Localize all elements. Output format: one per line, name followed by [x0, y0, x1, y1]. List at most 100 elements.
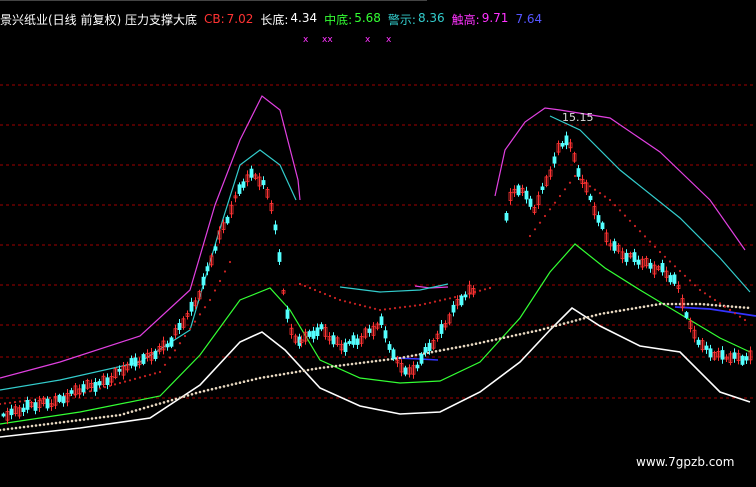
trend-dot: [578, 318, 582, 321]
support-dot-1: [413, 304, 417, 307]
candle-body: [427, 342, 432, 351]
stock-title: 景兴纸业(日线 前复权) 压力支撑大底: [0, 12, 197, 27]
candle-body: [285, 309, 290, 319]
support-dot-1: [343, 300, 347, 303]
support-dot-2: [723, 305, 727, 308]
support-dot-1: [373, 307, 377, 310]
candle-body: [387, 344, 392, 350]
trend-dot: [710, 303, 714, 307]
legend-mid-bottom: 中底: 5.68: [324, 11, 381, 28]
candle-body: [439, 324, 444, 334]
support-dot-2: [618, 209, 622, 212]
support-dot-1: [428, 301, 432, 304]
support-dot-0: [18, 400, 22, 403]
candle-body: [588, 195, 593, 201]
trend-dot: [174, 397, 178, 401]
trend-dot: [562, 322, 566, 325]
support-dot-0: [133, 377, 137, 380]
legend-blue: 7.64: [515, 12, 542, 26]
trend-dot: [650, 304, 654, 307]
trend-dot: [210, 387, 214, 391]
candle-body: [117, 368, 122, 372]
candle-body: [636, 259, 641, 265]
trend-dot: [10, 427, 14, 430]
support-dot-0: [208, 298, 212, 302]
trend-dot: [170, 398, 174, 402]
trend-dot: [366, 360, 370, 364]
trend-dot: [6, 427, 10, 431]
candle-body: [105, 377, 110, 385]
trend-dot: [410, 354, 414, 358]
candle-body: [61, 396, 66, 404]
support-dot-1: [393, 307, 397, 310]
trend-dot: [58, 421, 62, 424]
trend-dot: [110, 414, 114, 418]
trend-dot: [222, 385, 226, 388]
candle-body: [225, 216, 230, 224]
support-dot-2: [628, 219, 632, 222]
legend-cb-value: 7.02: [226, 12, 254, 26]
trend-dot: [586, 315, 590, 319]
candle-body: [331, 335, 336, 345]
trend-dot: [546, 326, 550, 330]
support-dot-0: [13, 401, 17, 404]
trend-dot: [502, 336, 506, 340]
candle-body: [277, 252, 282, 262]
candle-body: [297, 336, 302, 346]
support-dot-2: [708, 295, 712, 298]
trend-dot: [370, 360, 374, 363]
trend-dot: [610, 310, 614, 314]
trend-dot: [406, 355, 410, 358]
trend-dot: [250, 378, 254, 382]
trend-dot: [142, 406, 146, 410]
support-dot-2: [608, 198, 612, 202]
candle-body: [133, 357, 138, 367]
candle-body: [343, 342, 348, 352]
legend-long-bottom-label: 长底:: [260, 12, 289, 27]
support-dot-1: [443, 298, 447, 301]
support-dot-2: [698, 288, 702, 292]
support-dot-0: [123, 380, 127, 383]
trend-dot: [274, 374, 278, 377]
trend-dot: [106, 415, 110, 418]
price-chart: 15.15: [0, 0, 756, 438]
candle-body: [153, 350, 158, 359]
trend-dot: [454, 346, 458, 349]
candle-body: [33, 402, 38, 411]
candle-body: [25, 399, 30, 410]
trend-dot: [574, 319, 578, 322]
trend-dot: [554, 324, 558, 328]
trend-dot: [646, 304, 650, 308]
trend-dot: [654, 303, 658, 307]
candle-body: [672, 274, 677, 284]
support-dot-1: [388, 307, 392, 310]
trend-dot: [606, 311, 610, 315]
trend-dot: [374, 359, 378, 363]
candle-body: [564, 135, 569, 146]
support-dot-2: [623, 214, 627, 217]
trend-dot: [234, 382, 238, 385]
trend-dot: [730, 305, 734, 308]
trend-dot: [126, 411, 130, 415]
x-marker-2: xx: [322, 35, 333, 45]
support-dot-0: [118, 381, 122, 385]
trend-dot: [78, 418, 82, 422]
trend-dot: [42, 423, 46, 426]
support-dot-1: [403, 305, 407, 308]
support-dot-2: [653, 245, 657, 248]
candle-body: [355, 338, 360, 345]
trend-dot: [154, 403, 158, 406]
support-dot-2: [648, 240, 652, 243]
support-dot-0: [193, 320, 197, 323]
support-dot-2: [568, 181, 572, 184]
trend-dot: [670, 302, 674, 306]
candle-body: [177, 322, 182, 330]
trend-dot: [474, 342, 478, 346]
upper-band-right: [494, 107, 746, 251]
trend-dot: [398, 356, 402, 360]
trend-dot: [706, 303, 710, 306]
trend-dot: [622, 308, 626, 312]
trend-dot: [534, 329, 538, 333]
support-dot-1: [453, 296, 457, 299]
support-dot-0: [3, 402, 7, 405]
